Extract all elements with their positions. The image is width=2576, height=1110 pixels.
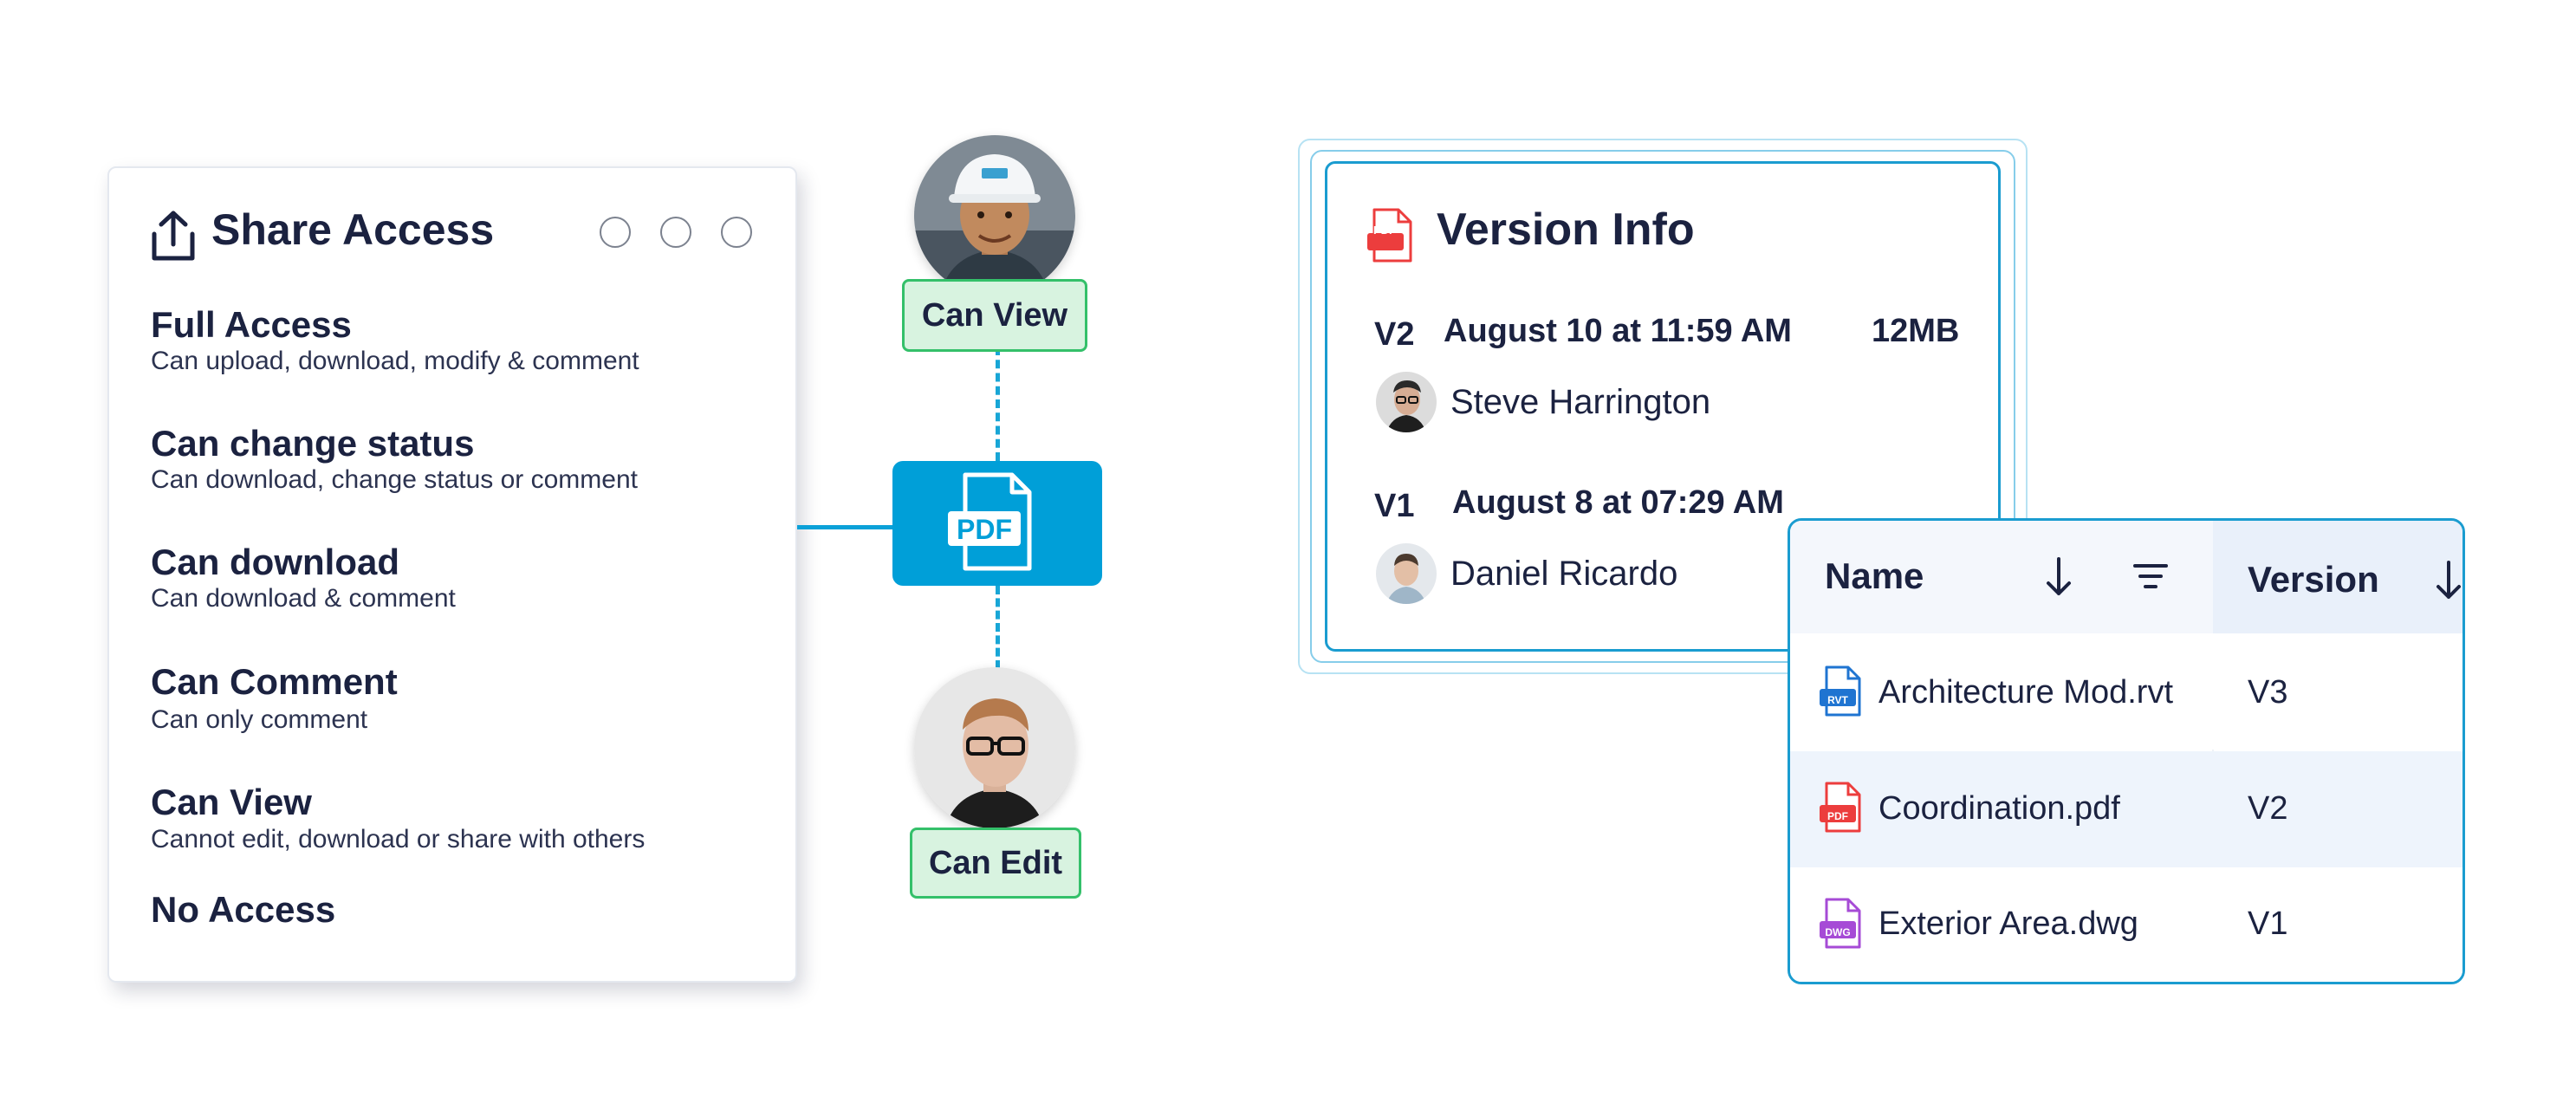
- permission-download-description: Can download & comment: [151, 584, 456, 613]
- permission-change-status-description: Can download, change status or comment: [151, 465, 638, 494]
- dwg-file-icon-label: DWG: [1825, 926, 1851, 938]
- share-access-title: Share Access: [211, 205, 495, 254]
- permission-full-access-title[interactable]: Full Access: [151, 304, 352, 346]
- avatar-steve: [1376, 372, 1437, 432]
- version-user-name: Steve Harrington: [1450, 383, 1711, 421]
- window-dot-icon[interactable]: [721, 217, 752, 248]
- editor-portrait-icon: [914, 667, 1075, 828]
- pdf-file-icon: [1820, 782, 1861, 833]
- file-name[interactable]: Architecture Mod.rvt: [1878, 674, 2173, 711]
- permission-change-status-title[interactable]: Can change status: [151, 423, 474, 464]
- dwg-file-icon: [1820, 898, 1861, 949]
- version-info-title: Version Info: [1437, 204, 1695, 255]
- sort-down-arrow-icon[interactable]: [2043, 555, 2074, 599]
- file-version: V2: [2248, 790, 2288, 827]
- column-header-name[interactable]: Name: [1825, 555, 1924, 597]
- role-badge-can-edit[interactable]: Can Edit: [910, 828, 1081, 899]
- steve-portrait-icon: [1376, 372, 1437, 432]
- share-access-panel: Share Access Full Access Can upload, dow…: [107, 166, 797, 983]
- dashed-connector-top: [996, 347, 1000, 461]
- permission-comment-description: Can only comment: [151, 705, 368, 734]
- window-dot-icon[interactable]: [660, 217, 691, 248]
- avatar-daniel: [1376, 543, 1437, 604]
- permission-download-title[interactable]: Can download: [151, 542, 399, 583]
- permission-full-access-description: Can upload, download, modify & comment: [151, 347, 639, 375]
- daniel-portrait-icon: [1376, 543, 1437, 604]
- file-name[interactable]: Coordination.pdf: [1878, 790, 2120, 828]
- version-size: 12MB: [1872, 313, 1960, 349]
- file-version: V1: [2248, 906, 2288, 942]
- version-label: V1: [1374, 488, 1415, 524]
- permission-view-title[interactable]: Can View: [151, 782, 312, 823]
- pdf-file-node[interactable]: PDF: [892, 461, 1102, 586]
- column-header-version[interactable]: Version: [2248, 559, 2379, 600]
- connector-line: [797, 525, 894, 529]
- pdf-file-icon-label: PDF: [1827, 810, 1848, 822]
- file-version: V3: [2248, 674, 2288, 711]
- filter-icon[interactable]: [2132, 559, 2170, 594]
- files-table: Name Version RVT Architecture Mod.rvt V3…: [1788, 518, 2465, 984]
- pdf-node-label: PDF: [957, 514, 1012, 545]
- pdf-file-icon-label: PDF: [1373, 224, 1396, 237]
- avatar-worker: [914, 135, 1075, 296]
- version-date: August 8 at 07:29 AM: [1452, 484, 1784, 521]
- avatar-editor: [914, 667, 1075, 828]
- role-badge-can-view[interactable]: Can View: [902, 279, 1087, 352]
- permission-no-access-title[interactable]: No Access: [151, 889, 335, 931]
- rvt-file-icon-label: RVT: [1827, 694, 1848, 706]
- worker-portrait-icon: [914, 135, 1075, 296]
- version-label: V2: [1374, 316, 1415, 353]
- share-upload-icon[interactable]: [149, 210, 198, 263]
- file-name[interactable]: Exterior Area.dwg: [1878, 906, 2138, 943]
- version-date: August 10 at 11:59 AM: [1444, 313, 1792, 349]
- permission-view-description: Cannot edit, download or share with othe…: [151, 825, 646, 854]
- dashed-connector-bottom: [996, 586, 1000, 669]
- permission-comment-title[interactable]: Can Comment: [151, 661, 398, 703]
- sort-down-arrow-icon[interactable]: [2433, 559, 2464, 602]
- version-user-name: Daniel Ricardo: [1450, 555, 1678, 593]
- rvt-file-icon: [1820, 665, 1861, 717]
- window-dot-icon[interactable]: [600, 217, 631, 248]
